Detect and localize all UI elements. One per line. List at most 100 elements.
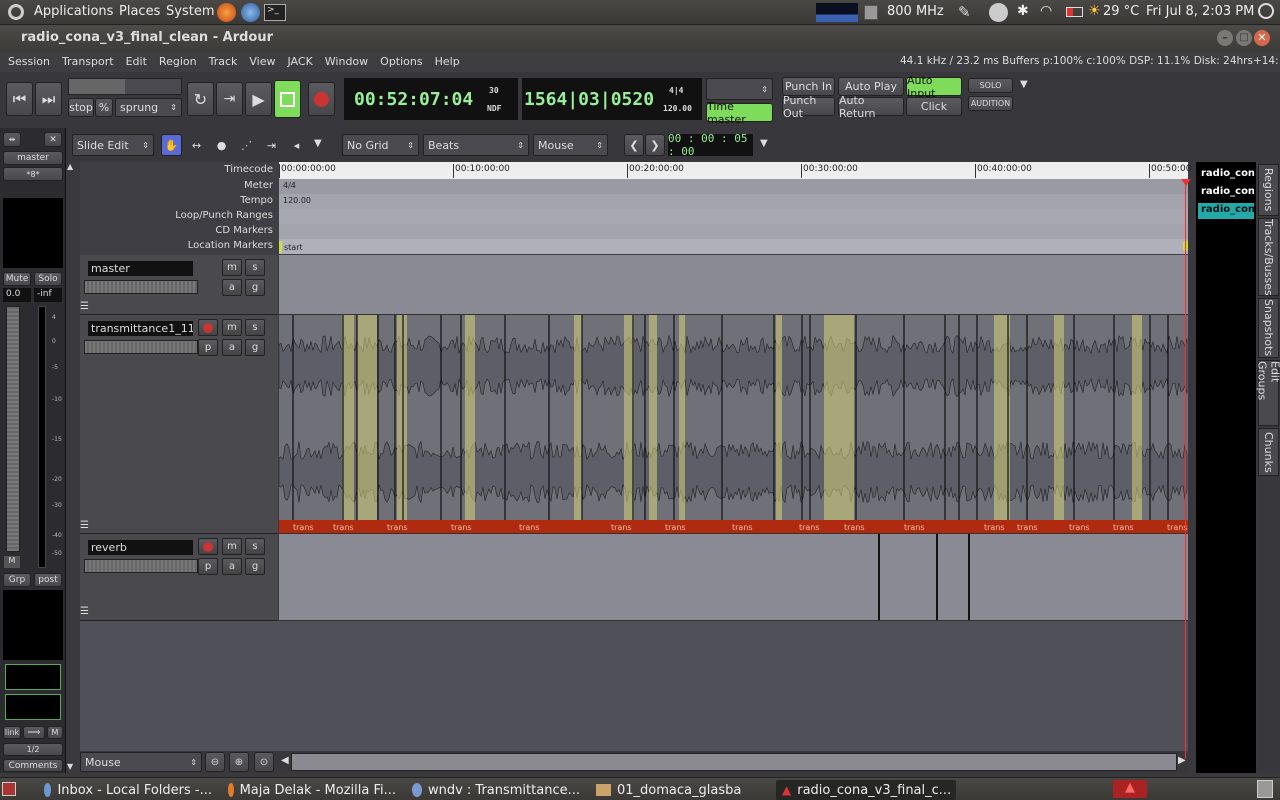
tab-chunks[interactable]: Chunks [1258, 428, 1279, 476]
task-ardour[interactable]: ▲ radio_cona_v3_final_c... [776, 780, 956, 800]
track-name-transmittance[interactable]: transmittance1_1105 [88, 321, 193, 336]
scroll-down-icon[interactable]: ▼ [67, 762, 73, 771]
task-file-manager[interactable]: 01_domaca_glasba [590, 780, 770, 800]
cpu-freq-label[interactable]: 800 MHz [887, 4, 944, 19]
thunderbird-launcher-icon[interactable] [241, 3, 260, 22]
menu-region[interactable]: Region [153, 53, 203, 70]
mute-button-reverb[interactable]: m [222, 538, 242, 555]
transmittance-track-lane[interactable]: trans trans trans trans trans trans trans trans… [279, 315, 1188, 534]
menu-window[interactable]: Window [319, 53, 374, 70]
strip-mute-button[interactable]: Mute [3, 272, 31, 286]
shuttle-slider[interactable] [68, 78, 182, 95]
tab-edit-groups[interactable]: Edit Groups [1256, 360, 1280, 426]
shuttle-stop-label[interactable]: stop [68, 98, 94, 117]
track-name-master[interactable]: master [88, 261, 193, 276]
click-button[interactable]: Click [906, 97, 962, 116]
zoom-session-button[interactable]: ⊙ [254, 752, 274, 772]
automation-button-transmittance[interactable]: a [222, 339, 242, 356]
crossfade-region[interactable] [1132, 315, 1142, 520]
playhead-top-icon[interactable] [1181, 179, 1191, 186]
playhead[interactable] [1185, 179, 1186, 759]
strip-comments-button[interactable]: Comments [3, 759, 63, 772]
loop-punch-ruler[interactable] [279, 209, 1188, 224]
ardour-tray-icon[interactable]: ▲ [1113, 780, 1147, 798]
track-canvas[interactable]: trans trans trans trans trans trans trans trans… [279, 255, 1188, 621]
menu-jack[interactable]: JACK [282, 53, 319, 70]
goto-end-button[interactable]: ⏭ [35, 82, 62, 116]
task-chrome[interactable]: wndv : Transmittance... [406, 780, 586, 800]
solo-indicator[interactable]: SOLO [968, 78, 1013, 93]
menu-view[interactable]: View [243, 53, 281, 70]
automation-button-reverb[interactable]: a [222, 558, 242, 575]
crossfade-region[interactable] [574, 315, 582, 520]
location-marker-ruler[interactable] [279, 239, 1188, 254]
play-range-button[interactable]: ⇥ [216, 82, 243, 116]
crossfade-region[interactable] [679, 315, 685, 520]
shuttle-mode-select[interactable]: sprung ⇕ [115, 98, 182, 117]
zoom-out-button[interactable]: ⊖ [205, 752, 225, 772]
mute-button-transmittance[interactable]: m [222, 319, 242, 336]
places-menu[interactable]: Places [119, 4, 160, 19]
tab-snapshots[interactable]: Snapshots [1258, 298, 1279, 358]
primary-clock[interactable]: 00:52:07:04 30 NDF [344, 78, 518, 120]
reverb-track-lane[interactable] [279, 534, 1188, 621]
track-menu-icon[interactable]: ☰ [80, 606, 89, 617]
close-icon[interactable]: ✕ [1254, 30, 1270, 46]
crossfade-region[interactable] [465, 315, 475, 520]
ubuntu-logo-icon[interactable] [8, 4, 24, 20]
panner-direction-button[interactable]: ⟹ [23, 726, 45, 739]
stretch-tool-button[interactable]: ⇥ [261, 134, 282, 156]
panner-1[interactable] [5, 664, 61, 690]
strip-name-button[interactable]: master [3, 151, 63, 165]
power-icon[interactable] [1258, 3, 1274, 19]
start-marker-icon[interactable] [279, 241, 282, 253]
strip-group-button[interactable]: Grp [3, 573, 31, 587]
system-monitor-graph[interactable] [816, 3, 858, 22]
gain-tool-button[interactable]: ● [211, 134, 232, 156]
panner-2[interactable] [5, 694, 61, 720]
playlist-button-transmittance[interactable]: p [198, 339, 218, 356]
track-header-master[interactable]: master m s a g ☰ [80, 255, 278, 315]
region-list-item[interactable]: radio_cona_ [1198, 203, 1254, 219]
automation-button-master[interactable]: a [222, 279, 242, 296]
group-button-reverb[interactable]: g [245, 558, 265, 575]
toolbar-expand-icon[interactable]: ▼ [1020, 79, 1028, 90]
grab-tool-button[interactable]: ✋ [161, 134, 182, 156]
clock-label[interactable]: Fri Jul 8, 2:03 PM [1146, 4, 1254, 19]
solo-button-transmittance[interactable]: s [245, 319, 265, 336]
applications-menu[interactable]: Applications [34, 4, 113, 19]
track-header-reverb[interactable]: reverb m s p a g ☰ [80, 534, 278, 621]
maximize-icon[interactable]: □ [1236, 30, 1252, 46]
track-name-reverb[interactable]: reverb [88, 540, 193, 555]
menu-edit[interactable]: Edit [120, 53, 153, 70]
zoom-focus-select[interactable]: Mouse ⇕ [80, 752, 202, 772]
system-menu[interactable]: System [166, 4, 214, 19]
crossfade-region[interactable] [776, 315, 782, 520]
crossfade-region[interactable] [342, 315, 354, 520]
scroll-up-icon[interactable]: ▲ [67, 162, 73, 171]
panner-m-button[interactable]: M [47, 726, 63, 739]
group-button-transmittance[interactable]: g [245, 339, 265, 356]
weather-icon[interactable]: ☀ [1088, 3, 1101, 19]
strip-peak-display[interactable]: -inf [34, 288, 62, 302]
record-enable-button[interactable] [198, 538, 218, 555]
menu-options[interactable]: Options [374, 53, 428, 70]
menu-session[interactable]: Session [2, 53, 56, 70]
goto-start-button[interactable]: ⏮ [6, 82, 33, 116]
task-thunderbird[interactable]: Inbox - Local Folders -... [38, 780, 218, 800]
audition-indicator[interactable]: AUDITION [968, 96, 1013, 111]
shuttle-units-button[interactable]: % [95, 98, 113, 117]
region-waveforms[interactable]: trans trans trans trans trans trans trans trans… [279, 315, 1188, 534]
tempo-ruler[interactable] [279, 194, 1188, 209]
audition-tool-button[interactable]: ◂ [286, 134, 307, 156]
strip-solo-button[interactable]: Solo [34, 272, 62, 286]
vertical-scrollbar[interactable]: ▲ ▼ [66, 162, 78, 773]
edit-point-select[interactable]: Mouse ⇕ [533, 134, 608, 156]
stop-button[interactable] [274, 80, 301, 118]
snap-mode-select[interactable]: No Grid ⇕ [342, 134, 419, 156]
cd-marker-ruler[interactable] [279, 224, 1188, 239]
draw-tool-button[interactable]: ⋰ [236, 134, 257, 156]
track-header-transmittance[interactable]: transmittance1_1105 m s p a g ☰ [80, 315, 278, 534]
horizontal-scrollbar[interactable] [291, 753, 1177, 771]
strip-processor-box[interactable] [3, 198, 63, 268]
